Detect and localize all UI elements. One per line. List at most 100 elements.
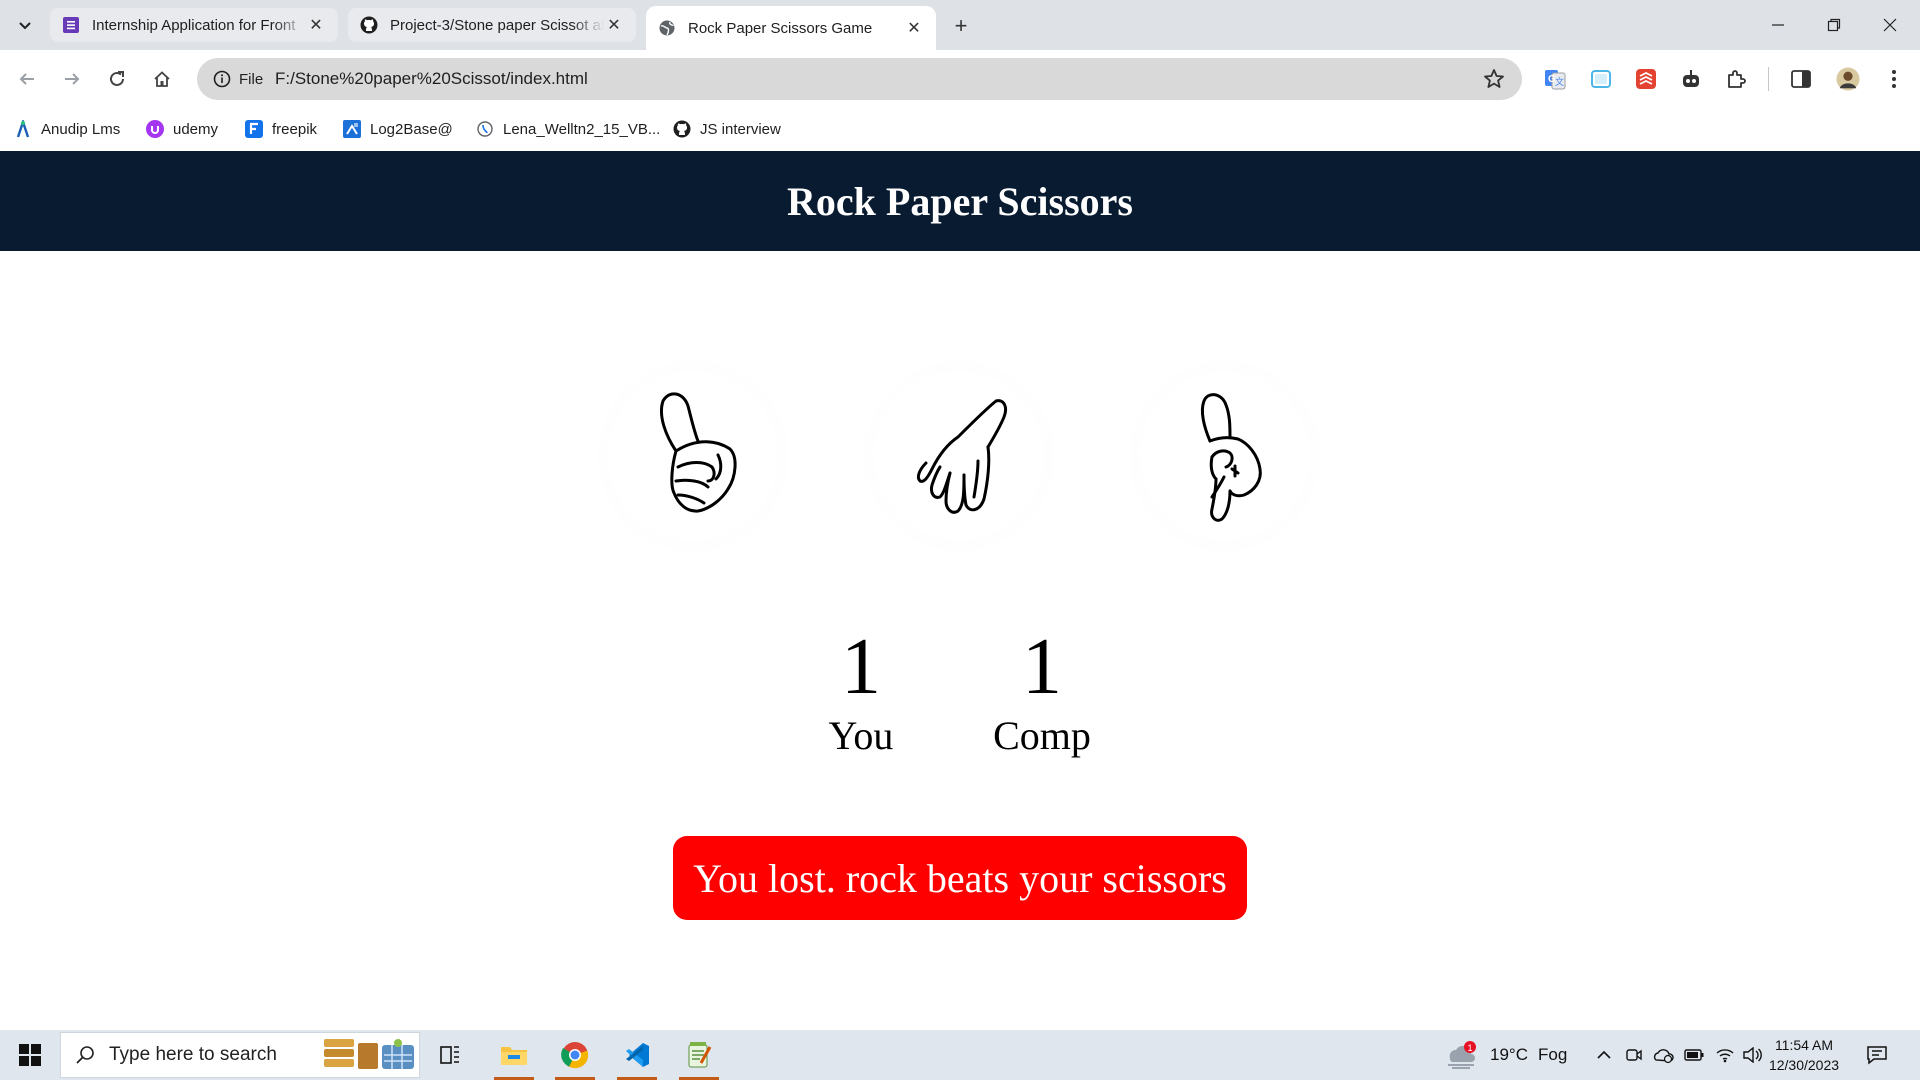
bookmark-log2base[interactable]: Log2Base@: [343, 116, 453, 142]
weather-temp: 19°C: [1490, 1045, 1528, 1064]
close-icon[interactable]: ✕: [306, 15, 326, 35]
freepik-icon: [245, 120, 263, 138]
comp-score-value: 1: [1022, 623, 1062, 711]
close-icon[interactable]: ✕: [904, 18, 924, 38]
tab-search-button[interactable]: [12, 12, 38, 38]
weather-badge-count: 1: [1467, 1043, 1472, 1053]
battery-icon[interactable]: [1684, 1030, 1704, 1080]
tab-title: Rock Paper Scissors Game: [688, 19, 873, 37]
paper-hand-icon: [916, 399, 1008, 514]
close-icon: [1883, 18, 1897, 32]
address-bar[interactable]: File F:/Stone%20paper%20Scissot/index.ht…: [197, 58, 1522, 100]
meet-now-icon[interactable]: [1625, 1030, 1643, 1080]
site-info-label: File: [239, 70, 264, 88]
robot-extension-icon[interactable]: [1679, 67, 1703, 91]
bookmark-js-interview[interactable]: JS interview: [673, 116, 781, 142]
user-score-label: You: [828, 713, 894, 758]
wifi-icon[interactable]: [1716, 1030, 1734, 1080]
user-score: 1 You: [781, 621, 941, 759]
bookmark-star-icon[interactable]: [1482, 67, 1506, 91]
notifications-button[interactable]: [1866, 1030, 1888, 1080]
news-widget-icon[interactable]: [320, 1030, 420, 1080]
bookmark-freepik[interactable]: freepik: [245, 116, 317, 142]
udemy-icon: [146, 120, 164, 138]
svg-text:文: 文: [1555, 76, 1564, 87]
weather-condition: Fog: [1537, 1045, 1568, 1064]
translate-extension-icon[interactable]: G文: [1543, 67, 1567, 91]
chrome-icon[interactable]: [549, 1030, 601, 1080]
log2base-icon: [343, 120, 361, 138]
tab-internship-application[interactable]: Internship Application for Front ✕: [50, 8, 338, 42]
weather-widget[interactable]: 1 19°C Fog: [1444, 1030, 1567, 1080]
bookmark-udemy[interactable]: udemy: [146, 116, 218, 142]
close-icon[interactable]: ✕: [604, 15, 624, 35]
windows-logo-icon: [19, 1044, 41, 1066]
rock-hand-icon: [660, 392, 737, 513]
tab-title: Internship Application for Front: [92, 16, 296, 34]
tab-github-project[interactable]: Project-3/Stone paper Scissot at ✕: [348, 8, 636, 42]
taskbar-clock[interactable]: 11:54 AM 12/30/2023: [1765, 1035, 1843, 1075]
notification-icon: [1867, 1046, 1887, 1065]
url-text[interactable]: F:/Stone%20paper%20Scissot/index.html: [275, 58, 588, 100]
forward-button[interactable]: [55, 63, 89, 95]
start-button[interactable]: [0, 1030, 60, 1080]
reload-button[interactable]: [100, 63, 134, 95]
more-vertical-icon: [1892, 70, 1896, 88]
bookmark-label: udemy: [173, 120, 219, 138]
notepad-icon[interactable]: [673, 1030, 725, 1080]
pdf-icon: [476, 120, 494, 138]
forms-icon: [62, 16, 80, 34]
onedrive-icon[interactable]: [1652, 1030, 1674, 1080]
back-button[interactable]: [10, 63, 44, 95]
site-info-chip[interactable]: File: [205, 63, 273, 95]
fog-weather-icon: 1: [1448, 1041, 1476, 1069]
vscode-icon[interactable]: [611, 1030, 663, 1080]
page-title: Rock Paper Scissors: [787, 178, 1133, 224]
bookmark-label: freepik: [272, 120, 318, 138]
github-icon: [360, 16, 378, 34]
search-icon: [76, 1046, 94, 1064]
volume-icon[interactable]: [1742, 1030, 1762, 1080]
tab-strip: Internship Application for Front ✕ Proje…: [0, 0, 1920, 50]
windows-taskbar: Type here to search 1 19°C Fog 11:54 AM …: [0, 1030, 1920, 1080]
close-window-button[interactable]: [1862, 0, 1918, 50]
clock-time: 11:54 AM: [1774, 1037, 1834, 1053]
info-icon: [213, 70, 231, 88]
profile-avatar[interactable]: [1836, 67, 1860, 91]
screen-capture-extension-icon[interactable]: [1589, 67, 1613, 91]
clock-date: 12/30/2023: [1768, 1057, 1840, 1073]
new-tab-button[interactable]: +: [945, 12, 977, 40]
toolbar-divider: [1768, 67, 1769, 91]
file-explorer-icon[interactable]: [488, 1030, 540, 1080]
bookmark-lena-pdf[interactable]: Lena_Welltn2_15_VB...: [476, 116, 660, 142]
scissors-hand-icon: [1200, 393, 1262, 522]
choice-paper[interactable]: [864, 361, 1054, 551]
browser-toolbar: File F:/Stone%20paper%20Scissot/index.ht…: [0, 50, 1920, 108]
home-button[interactable]: [145, 63, 179, 95]
minimize-button[interactable]: [1750, 0, 1806, 50]
chevron-down-icon: [19, 22, 31, 30]
comp-score-label: Comp: [993, 713, 1091, 758]
extensions-puzzle-icon[interactable]: [1724, 67, 1748, 91]
todoist-extension-icon[interactable]: [1634, 67, 1658, 91]
anudip-icon: [14, 120, 32, 138]
bookmark-label: Log2Base@: [370, 120, 453, 138]
bookmark-label: Anudip Lms: [41, 120, 121, 138]
bookmark-anudip[interactable]: Anudip Lms: [14, 116, 120, 142]
page-header: Rock Paper Scissors: [0, 151, 1920, 251]
result-message: You lost. rock beats your scissors: [673, 836, 1247, 920]
github-icon: [673, 120, 691, 138]
show-hidden-icons[interactable]: [1596, 1030, 1612, 1080]
tab-rock-paper-scissors[interactable]: Rock Paper Scissors Game ✕: [646, 6, 936, 50]
choice-scissors[interactable]: [1130, 361, 1320, 551]
home-icon: [154, 71, 170, 87]
choice-rock[interactable]: [598, 361, 788, 551]
task-view-icon[interactable]: [424, 1030, 476, 1080]
restore-button[interactable]: [1806, 0, 1862, 50]
arrow-left-icon: [19, 73, 34, 85]
reload-icon: [110, 71, 124, 86]
page-viewport: Rock Paper Scissors 1 You 1 Comp You los…: [0, 151, 1920, 1030]
browser-menu-button[interactable]: [1882, 67, 1906, 91]
bookmarks-bar: Anudip Lms udemy freepik Log2Base@ Lena_…: [0, 108, 1920, 151]
side-panel-icon[interactable]: [1789, 67, 1813, 91]
